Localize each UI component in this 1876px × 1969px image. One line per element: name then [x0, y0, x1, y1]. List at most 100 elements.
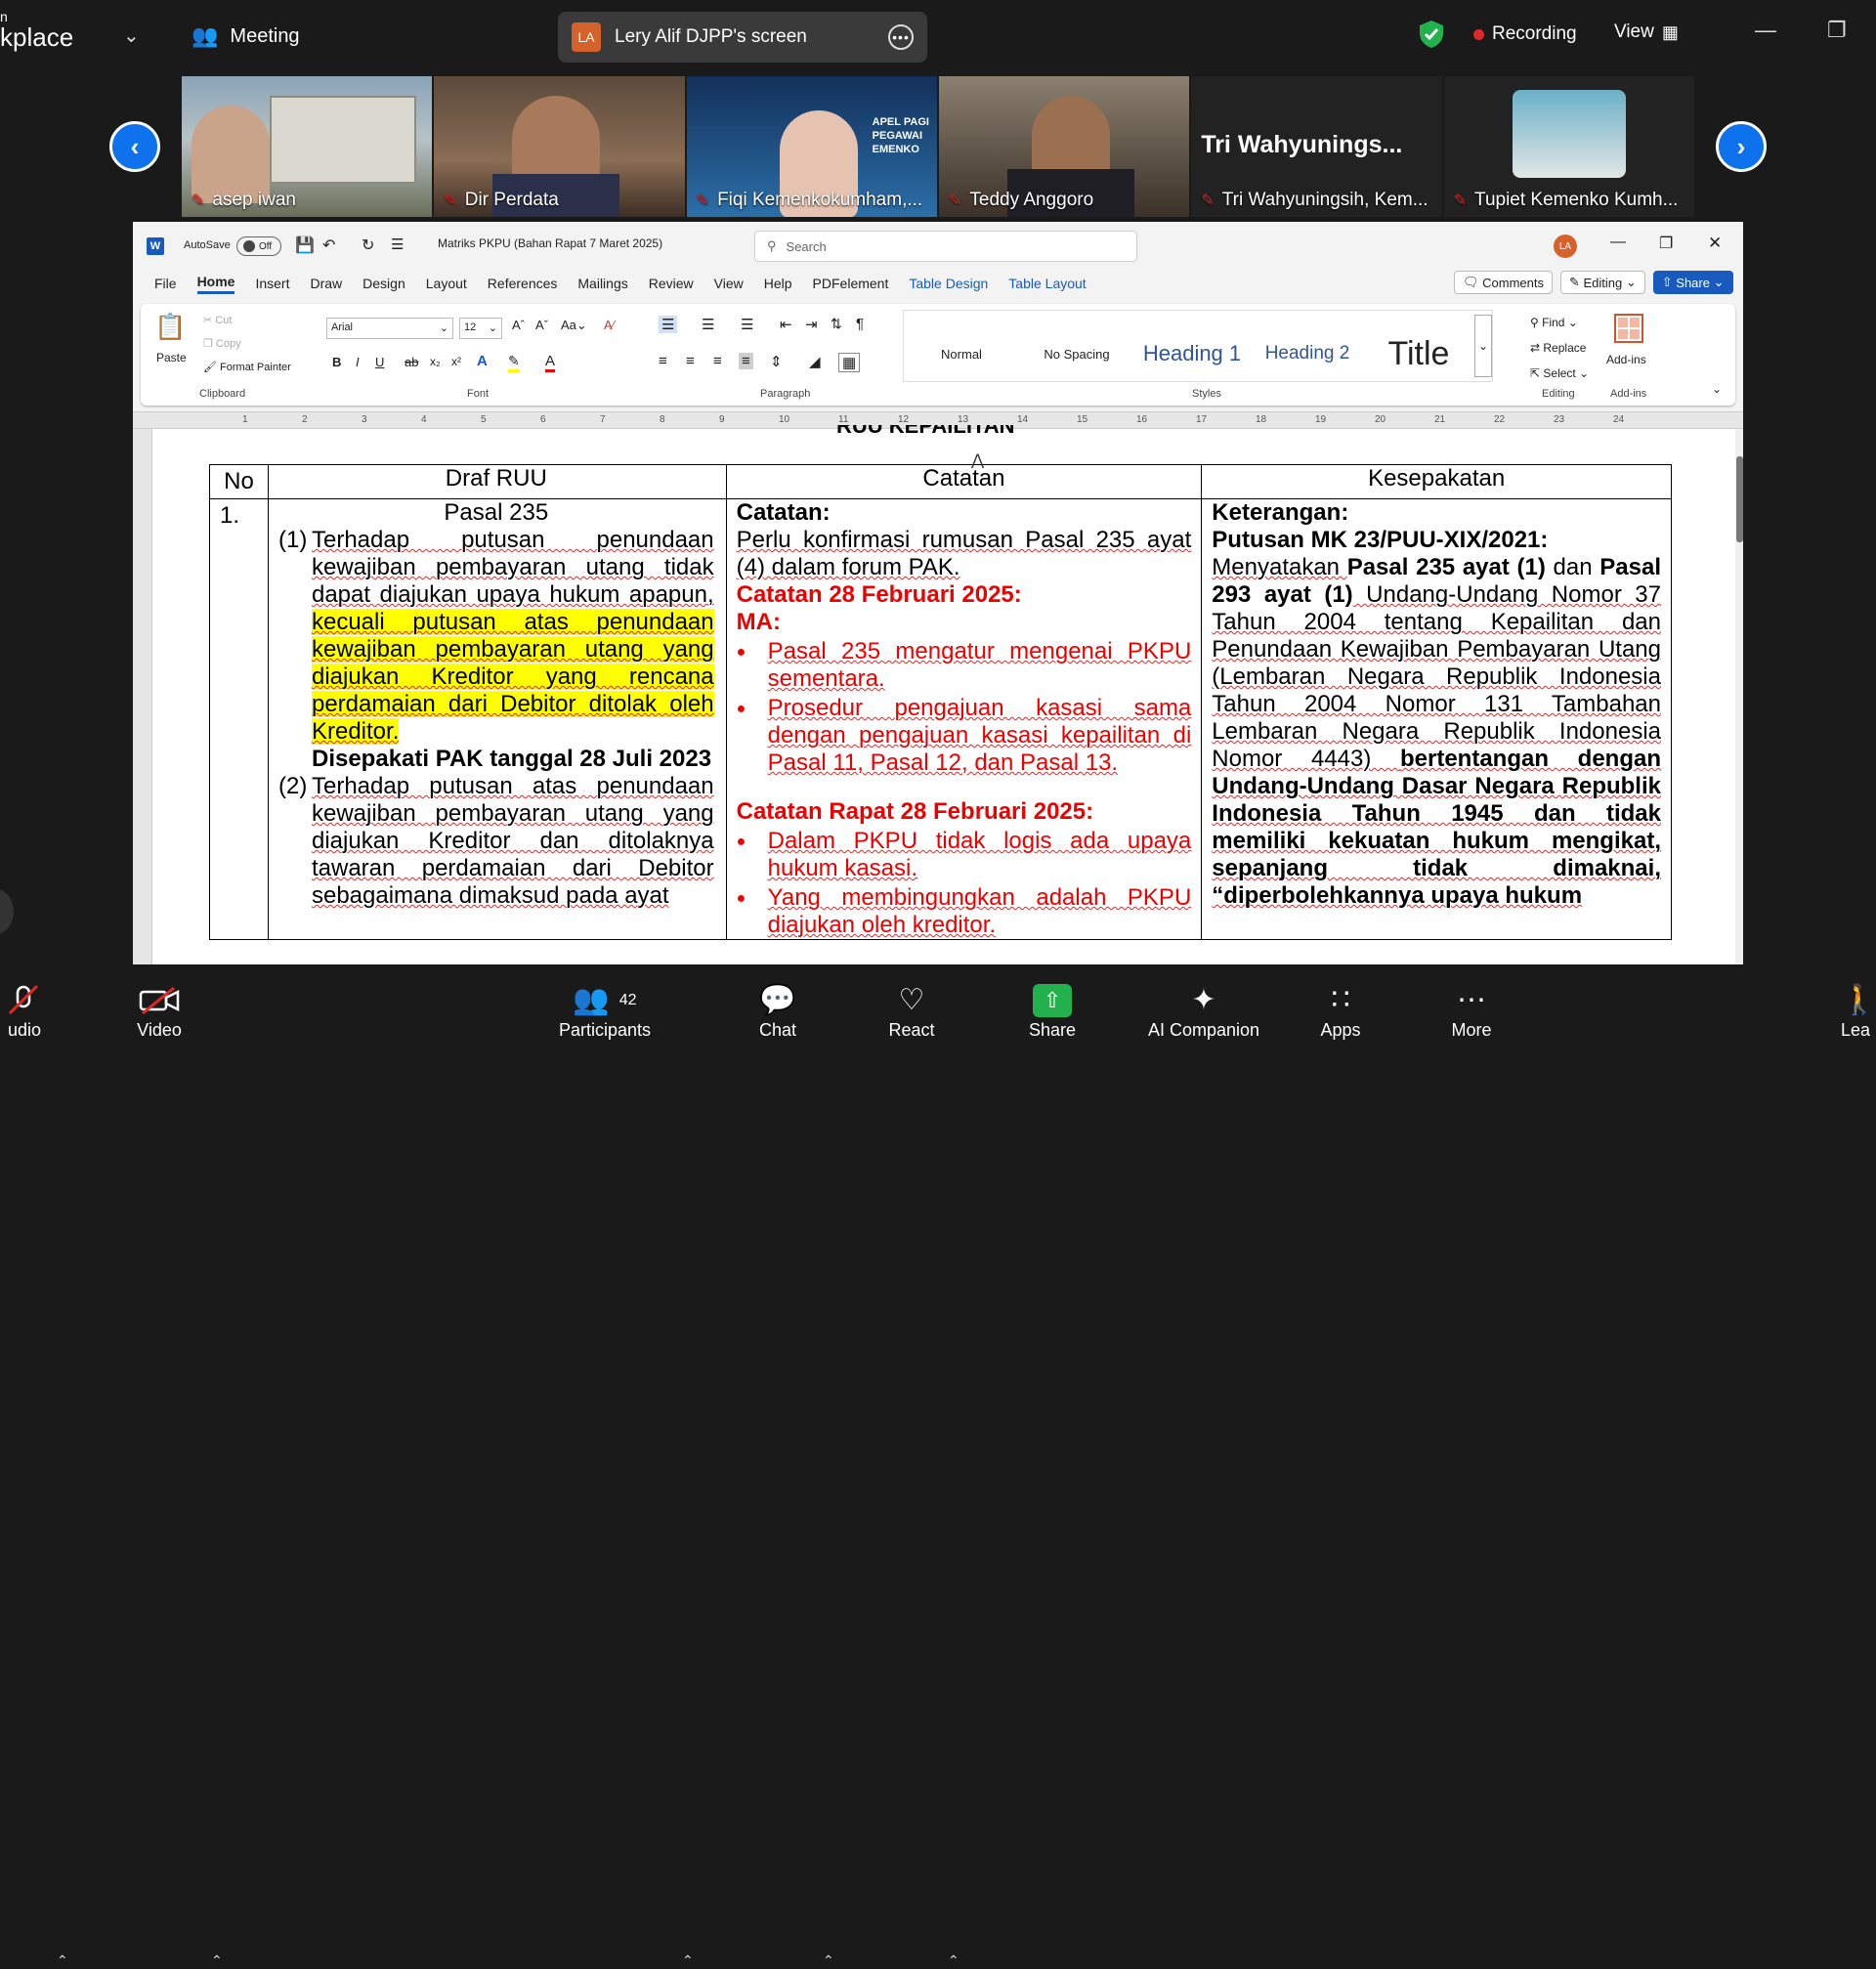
styles-more-icon[interactable]: ⌄: [1474, 315, 1492, 377]
underline-button[interactable]: U: [375, 355, 384, 369]
minimize-icon[interactable]: —: [1755, 18, 1776, 43]
numbering-icon[interactable]: ☰: [702, 316, 714, 333]
sort-icon[interactable]: ⇅: [831, 316, 842, 332]
select-button[interactable]: ⇱ Select ⌄: [1530, 366, 1589, 380]
participant-tile[interactable]: ✎ Dir Perdata: [434, 76, 685, 217]
paste-icon[interactable]: 📋: [154, 312, 190, 347]
audio-button[interactable]: udio: [0, 965, 49, 1055]
change-case-icon[interactable]: Aa⌄: [561, 318, 587, 333]
video-button[interactable]: Video: [129, 965, 190, 1055]
superscript-button[interactable]: x²: [451, 355, 461, 368]
highlight-color-icon[interactable]: ✎: [508, 353, 520, 372]
user-avatar[interactable]: LA: [1554, 235, 1577, 258]
view-button[interactable]: View ▦: [1614, 21, 1679, 43]
brand-chevron-down-icon[interactable]: ⌄: [123, 23, 140, 48]
ai-companion-button[interactable]: ✦ AI Companion: [1139, 965, 1268, 1055]
save-icon[interactable]: 💾: [295, 235, 315, 255]
meeting-menu[interactable]: 👥 Meeting: [192, 23, 300, 49]
catatan-cell[interactable]: Catatan: Perlu konfirmasi rumusan Pasal …: [725, 498, 1203, 940]
share-button[interactable]: ⇧ Share ⌄: [1652, 271, 1733, 294]
redo-icon[interactable]: ↻: [362, 235, 374, 255]
font-size-select[interactable]: 12 ⌄: [459, 318, 502, 339]
participant-tile[interactable]: APEL PAGI PEGAWAI EMENKO ✎ Fiqi Kemenkoku…: [686, 76, 937, 217]
restore-icon[interactable]: ❐: [1827, 18, 1847, 43]
prev-page-button[interactable]: ‹: [109, 121, 160, 172]
style-heading-2[interactable]: Heading 2: [1250, 321, 1365, 387]
tab-home[interactable]: Home: [196, 274, 235, 294]
find-button[interactable]: ⚲ Find ⌄: [1530, 316, 1578, 329]
align-right-icon[interactable]: ≡: [713, 353, 722, 369]
screen-share-indicator[interactable]: LA Lery Alif DJPP's screen •••: [558, 12, 927, 63]
font-name-select[interactable]: Arial ⌄: [326, 318, 453, 339]
editing-mode-button[interactable]: ✎ Editing ⌄: [1559, 271, 1645, 294]
tab-layout[interactable]: Layout: [426, 276, 467, 291]
vertical-ruler[interactable]: [133, 429, 152, 964]
tab-insert[interactable]: Insert: [255, 276, 289, 291]
participant-tile[interactable]: ✎ asep iwan: [182, 76, 433, 217]
more-button[interactable]: ⋯ More: [1446, 965, 1497, 1055]
grow-font-icon[interactable]: Aˆ: [512, 318, 525, 332]
subscript-button[interactable]: x₂: [430, 355, 441, 368]
shrink-font-icon[interactable]: Aˇ: [535, 318, 548, 332]
copy-button[interactable]: ❐ Copy: [203, 337, 241, 350]
word-restore-icon[interactable]: ❐: [1659, 234, 1673, 253]
font-color-icon[interactable]: A: [545, 353, 556, 372]
apps-button[interactable]: ∷ Apps: [1319, 965, 1362, 1055]
italic-button[interactable]: I: [356, 355, 360, 369]
more-options-icon[interactable]: •••: [888, 24, 914, 50]
share-screen-button[interactable]: ⇧ Share: [1026, 965, 1079, 1055]
document-page[interactable]: RUU KEPAILITAN No Draf RUU Catatan Kesep…: [133, 425, 1743, 964]
comments-button[interactable]: 🗨 Comments: [1454, 271, 1553, 294]
autosave-toggle[interactable]: Off: [236, 236, 281, 256]
document-title[interactable]: Matriks PKPU (Bahan Rapat 7 Maret 2025): [438, 236, 662, 250]
line-spacing-icon[interactable]: ⇕: [770, 353, 783, 370]
search-box[interactable]: ⚲ Search: [754, 231, 1137, 262]
side-panel-handle[interactable]: [0, 889, 14, 934]
tab-help[interactable]: Help: [764, 276, 792, 291]
participant-tile[interactable]: ✎ Tupiet Kemenko Kumh...: [1443, 76, 1694, 217]
word-close-icon[interactable]: ✕: [1708, 234, 1722, 253]
format-painter-button[interactable]: 🖌 Format Painter: [203, 361, 291, 373]
tab-design[interactable]: Design: [362, 276, 405, 291]
chat-button[interactable]: 💬 Chat: [752, 965, 803, 1055]
tab-table-design[interactable]: Table Design: [909, 276, 988, 291]
align-center-icon[interactable]: ≡: [686, 353, 695, 369]
borders-icon[interactable]: ▦: [838, 353, 861, 372]
recording-indicator[interactable]: Recording: [1473, 23, 1577, 45]
text-effects-icon[interactable]: A: [477, 353, 488, 369]
decrease-indent-icon[interactable]: ⇤: [780, 316, 792, 333]
bullets-icon[interactable]: ☰: [659, 316, 678, 333]
style-title[interactable]: Title: [1365, 321, 1472, 387]
style-no-spacing[interactable]: No Spacing: [1019, 321, 1134, 387]
tab-pdfelement[interactable]: PDFelement: [813, 276, 889, 291]
participants-chevron-icon[interactable]: ⌃: [682, 1952, 694, 1969]
show-marks-icon[interactable]: ¶: [856, 316, 864, 332]
list-quick-icon[interactable]: ☰: [391, 235, 404, 253]
participants-button[interactable]: 👥 42 Participants: [553, 965, 657, 1055]
tab-references[interactable]: References: [488, 276, 558, 291]
video-options-chevron-icon[interactable]: ⌃: [211, 1952, 223, 1969]
align-left-icon[interactable]: ≡: [659, 353, 667, 369]
chat-chevron-icon[interactable]: ⌃: [823, 1952, 834, 1969]
paste-button[interactable]: Paste: [156, 351, 187, 364]
clear-formatting-icon[interactable]: A⁄: [604, 318, 615, 332]
audio-options-chevron-icon[interactable]: ⌃: [57, 1952, 68, 1969]
draf-cell[interactable]: Pasal 235 (1) Terhadap putusan penundaan…: [267, 498, 727, 940]
next-page-button[interactable]: ›: [1716, 121, 1767, 172]
tab-review[interactable]: Review: [649, 276, 694, 291]
leave-button[interactable]: 🚶 Lea: [1841, 965, 1876, 1055]
participant-tile[interactable]: ✎ Teddy Anggoro: [938, 76, 1190, 217]
multilevel-list-icon[interactable]: ☰: [741, 316, 753, 333]
add-ins-icon[interactable]: [1614, 314, 1643, 343]
add-ins-button[interactable]: Add-ins: [1606, 353, 1646, 366]
justify-icon[interactable]: ≡: [739, 353, 753, 369]
style-normal[interactable]: Normal: [904, 321, 1019, 387]
security-shield-icon[interactable]: [1419, 20, 1444, 54]
increase-indent-icon[interactable]: ⇥: [805, 316, 818, 333]
strikethrough-button[interactable]: ab: [405, 355, 418, 369]
kesepakatan-cell[interactable]: Keterangan: Putusan MK 23/PUU-XIX/2021: …: [1201, 498, 1672, 940]
cut-button[interactable]: ✂ Cut: [203, 314, 232, 326]
collapse-ribbon-icon[interactable]: ⌄: [1712, 382, 1722, 396]
tab-mailings[interactable]: Mailings: [577, 276, 627, 291]
style-heading-1[interactable]: Heading 1: [1134, 321, 1250, 387]
